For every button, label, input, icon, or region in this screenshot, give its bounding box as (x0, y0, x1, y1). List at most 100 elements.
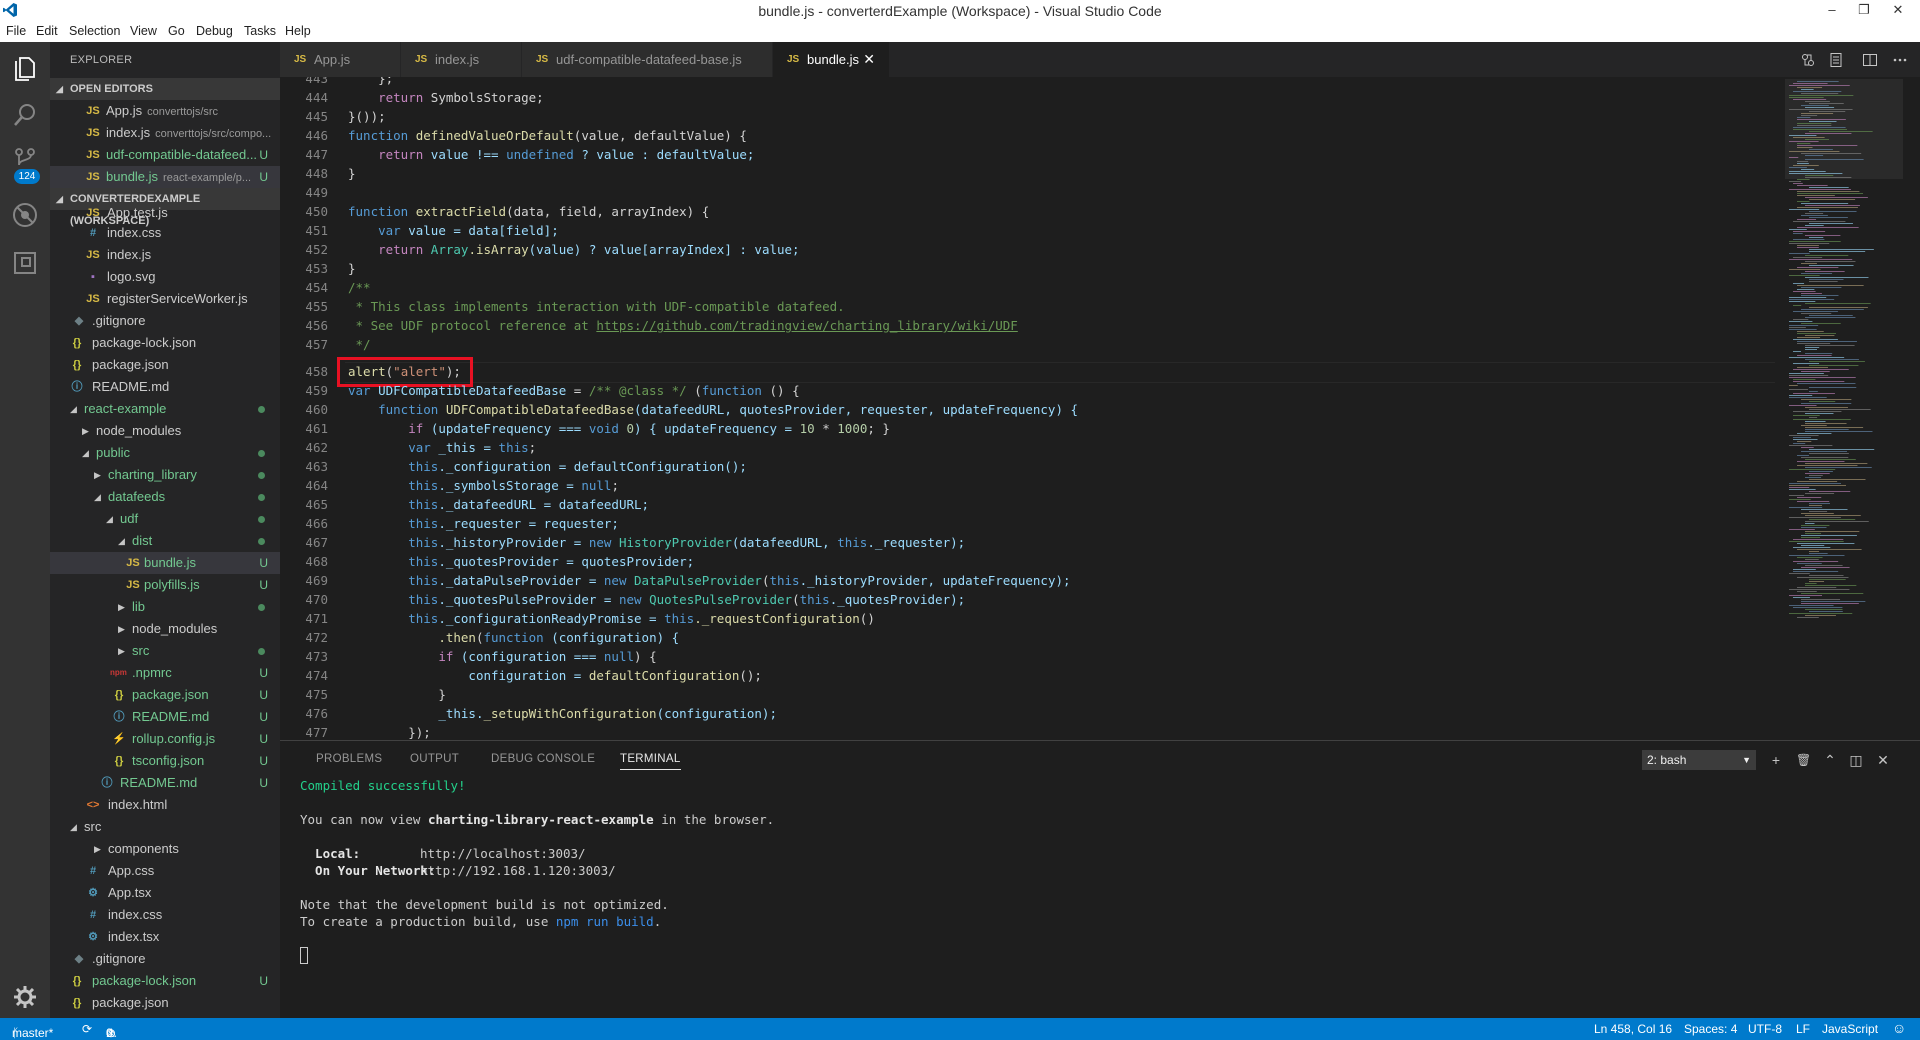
tree-folder[interactable]: ◢ src (50, 816, 280, 838)
close-tab-icon[interactable]: ✕ (863, 42, 875, 77)
encoding[interactable]: UTF-8 (1748, 1022, 1782, 1036)
tree-file[interactable]: ⚙ index.tsx (50, 926, 280, 948)
tree-file[interactable]: <> index.html (50, 794, 280, 816)
tab-bundle-js[interactable]: JS bundle.js ✕ (773, 42, 890, 77)
untracked-badge: U (259, 732, 268, 746)
open-changes-icon[interactable] (1800, 52, 1816, 68)
cursor-position[interactable]: Ln 458, Col 16 (1594, 1022, 1672, 1036)
minimap[interactable] (1785, 79, 1910, 739)
open-preview-icon[interactable] (1828, 52, 1844, 68)
file-name: rollup.config.js (132, 731, 216, 746)
open-editor-item[interactable]: JS index.js converttojs/src/compo... (50, 122, 280, 144)
tree-file-selected[interactable]: JS bundle.js U (50, 552, 280, 574)
debug-icon[interactable] (10, 200, 40, 230)
tree-file[interactable]: {} package.json (50, 992, 280, 1014)
menu-file[interactable]: File (6, 24, 26, 38)
tree-file[interactable]: # App.css (50, 860, 280, 882)
tree-folder[interactable]: ▶ charting_library (50, 464, 280, 486)
minimize-button[interactable]: – (1818, 0, 1846, 22)
open-editor-item-active[interactable]: JS bundle.js react-example/p... U (50, 166, 280, 188)
menu-tasks[interactable]: Tasks (244, 24, 276, 38)
open-editor-item[interactable]: JS udf-compatible-datafeed... U (50, 144, 280, 166)
chevron-down-icon: ◢ (70, 404, 77, 414)
tree-file[interactable]: {} package-lock.json (50, 332, 280, 354)
tree-file[interactable]: ▪ logo.svg (50, 266, 280, 288)
indentation[interactable]: Spaces: 4 (1684, 1022, 1737, 1036)
menu-debug[interactable]: Debug (196, 24, 233, 38)
tree-file[interactable]: JS polyfills.js U (50, 574, 280, 596)
code-line: if (updateFrequency === void 0) { update… (348, 419, 890, 438)
close-window-button[interactable]: ✕ (1884, 0, 1912, 22)
tree-folder[interactable]: ◢ datafeeds (50, 486, 280, 508)
tab-debug-console[interactable]: DEBUG CONSOLE (491, 753, 595, 765)
tree-file[interactable]: JS registerServiceWorker.js (50, 288, 280, 310)
code-token: (updateFrequency === (430, 421, 582, 436)
extensions-icon[interactable] (10, 248, 40, 278)
tree-folder[interactable]: ◢ udf (50, 508, 280, 530)
search-icon[interactable] (10, 100, 40, 130)
menu-help[interactable]: Help (285, 24, 311, 38)
tree-file[interactable]: ⓘ README.md U (50, 772, 280, 794)
tree-file[interactable]: # index.css (50, 222, 280, 244)
more-actions-icon[interactable] (1892, 52, 1908, 68)
tree-folder[interactable]: ◢ react-example (50, 398, 280, 420)
code-link[interactable]: https://github.com/tradingview/charting_… (596, 318, 1017, 333)
terminal-select[interactable]: 2: bash ▼ (1642, 750, 1756, 770)
tree-file[interactable]: npm .npmrc U (50, 662, 280, 684)
tab-udf-compatible-datafeed-base[interactable]: JS udf-compatible-datafeed-base.js (522, 42, 773, 77)
menu-edit[interactable]: Edit (36, 24, 58, 38)
menu-go[interactable]: Go (168, 24, 185, 38)
tree-file[interactable]: {} package.json (50, 354, 280, 376)
tree-folder[interactable]: ▶ src (50, 640, 280, 662)
terminal-line: Compiled successfully! (300, 778, 466, 793)
menu-selection[interactable]: Selection (69, 24, 120, 38)
tree-folder[interactable]: ▶ node_modules (50, 618, 280, 640)
toggle-panel-position-button[interactable]: ◫ (1849, 753, 1863, 767)
tree-file[interactable]: # index.css (50, 904, 280, 926)
editor-scrollbar[interactable] (1906, 77, 1920, 740)
tree-folder[interactable]: ▶ lib (50, 596, 280, 618)
line-number: 463 (305, 459, 328, 474)
new-terminal-button[interactable]: + (1769, 753, 1783, 767)
tree-file[interactable]: {} package-lock.json U (50, 970, 280, 992)
info-file-icon: ⓘ (113, 711, 125, 723)
tab-output[interactable]: OUTPUT (410, 753, 459, 765)
open-editor-item[interactable]: JS App.js converttojs/src (50, 100, 280, 122)
tree-file[interactable]: JS App.test.js (50, 202, 280, 224)
tree-file[interactable]: ⚙ App.tsx (50, 882, 280, 904)
kill-terminal-button[interactable]: 🗑 (1796, 753, 1811, 767)
tree-file[interactable]: JS index.js (50, 244, 280, 266)
open-editors-header[interactable]: ◢ OPEN EDITORS (50, 78, 280, 100)
code-token: new (603, 573, 627, 588)
tree-folder[interactable]: ◢ public (50, 442, 280, 464)
tree-folder[interactable]: ◢ dist (50, 530, 280, 552)
files-icon[interactable] (10, 52, 40, 82)
menu-view[interactable]: View (130, 24, 157, 38)
tree-file[interactable]: ◆ .gitignore (50, 310, 280, 332)
line-number: 468 (305, 554, 328, 569)
tree-file[interactable]: ⓘ README.md (50, 376, 280, 398)
tab-app-js[interactable]: JS App.js (280, 42, 401, 77)
tree-folder[interactable]: ▶ components (50, 838, 280, 860)
end-of-line[interactable]: LF (1796, 1022, 1810, 1036)
tree-folder[interactable]: ▶ node_modules (50, 420, 280, 442)
tree-file[interactable]: {} package.json U (50, 684, 280, 706)
close-panel-button[interactable]: ✕ (1876, 753, 1890, 767)
feedback-icon[interactable]: ☺ (1892, 1020, 1906, 1036)
chevron-right-icon: ▶ (118, 602, 125, 612)
split-editor-icon[interactable] (1862, 52, 1878, 68)
restore-button[interactable]: ❐ (1850, 0, 1878, 22)
tree-file[interactable]: {} tsconfig.json U (50, 750, 280, 772)
tree-file[interactable]: ◆ .gitignore (50, 948, 280, 970)
file-name: App.test.js (107, 205, 168, 220)
tab-terminal[interactable]: TERMINAL (620, 753, 681, 770)
code-editor[interactable]: 443 444 445 446 447 448 449 450 451 452 … (280, 77, 1920, 740)
tree-file[interactable]: ⚡ rollup.config.js U (50, 728, 280, 750)
tab-index-js[interactable]: JS index.js (401, 42, 522, 77)
tab-problems[interactable]: PROBLEMS (316, 753, 382, 765)
language-mode[interactable]: JavaScript (1822, 1022, 1878, 1036)
sync-icon[interactable]: ⟳ (82, 1022, 92, 1036)
maximize-panel-button[interactable]: ⌃ (1823, 753, 1837, 767)
tree-file[interactable]: ⓘ README.md U (50, 706, 280, 728)
gear-icon[interactable] (10, 982, 40, 1012)
